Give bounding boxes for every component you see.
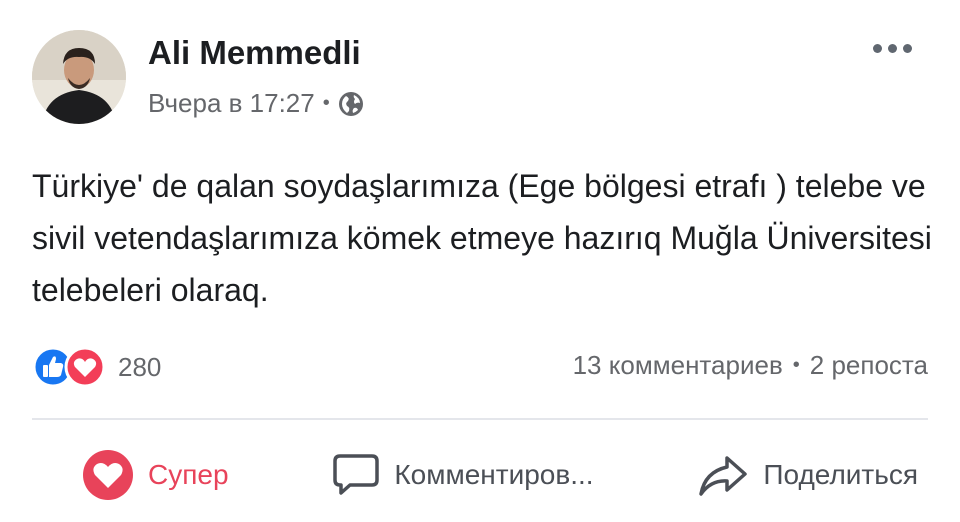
comment-button[interactable]: Комментиров...	[332, 452, 594, 498]
avatar[interactable]	[32, 30, 126, 124]
love-icon	[64, 346, 106, 388]
shares-count-link[interactable]: 2 репоста	[810, 350, 928, 381]
divider	[32, 418, 928, 420]
more-dot	[888, 44, 897, 53]
post-meta: Вчера в 17:27 •	[148, 88, 364, 119]
comments-count-link[interactable]: 13 комментариев	[573, 350, 783, 381]
love-reaction-icon	[82, 449, 134, 501]
avatar-photo	[32, 30, 126, 124]
more-dot	[873, 44, 882, 53]
more-options-button[interactable]	[869, 40, 916, 57]
share-label: Поделиться	[763, 459, 918, 490]
post-stats: 13 комментариев • 2 репоста	[573, 350, 928, 381]
post-text: Türkiye' de qalan soydaşlarımıza (Ege bö…	[32, 168, 932, 308]
meta-separator: •	[322, 92, 330, 114]
post-timestamp[interactable]: Вчера в 17:27	[148, 88, 315, 119]
like-love-icons	[32, 346, 106, 388]
comment-label: Комментиров...	[394, 459, 594, 490]
globe-icon	[338, 91, 364, 117]
react-super-button[interactable]: Супер	[82, 449, 229, 501]
action-bar: Супер Комментиров... Поделиться	[32, 436, 928, 514]
author-name[interactable]: Ali Memmedli	[148, 34, 361, 72]
more-dot	[903, 44, 912, 53]
reaction-count: 280	[118, 351, 162, 382]
share-button[interactable]: Поделиться	[697, 452, 918, 498]
comment-icon	[332, 452, 380, 498]
stats-separator: •	[792, 354, 800, 376]
reactions-summary[interactable]: 280	[32, 346, 161, 388]
share-icon	[697, 452, 749, 498]
react-super-label: Супер	[148, 459, 229, 490]
reaction-icons	[32, 346, 108, 388]
